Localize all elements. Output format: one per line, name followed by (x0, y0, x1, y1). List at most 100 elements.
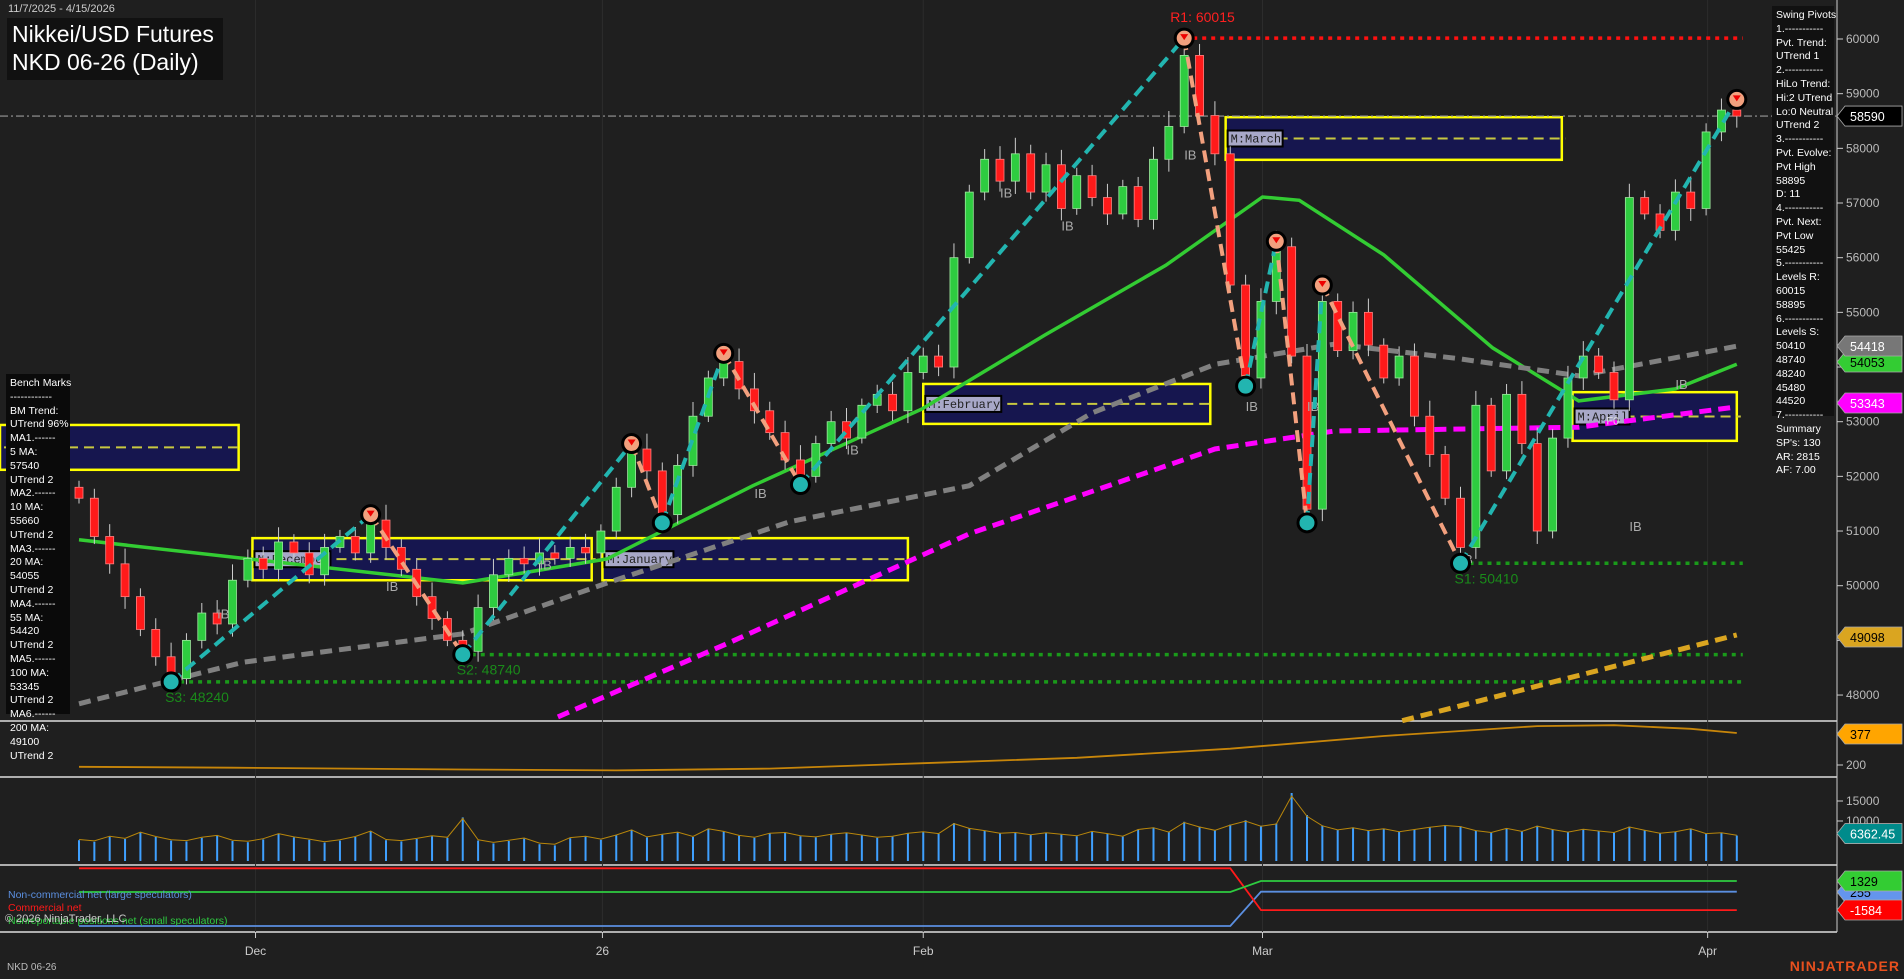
bench-line: MA2.------ (10, 487, 66, 501)
candle-down (290, 542, 298, 553)
candle-down (152, 629, 160, 656)
candle-up (965, 192, 973, 258)
pivot-line: Levels S: (1776, 326, 1830, 340)
candle-down (658, 471, 666, 515)
candle-up (827, 422, 835, 444)
candle-up (1119, 187, 1127, 214)
pivot-line: Pvt. Evolve: (1776, 147, 1830, 161)
candle-down (1380, 345, 1388, 378)
candle-down (1457, 498, 1465, 547)
bench-line: 55 MA: (10, 612, 66, 626)
pivot-line: HiLo Trend: (1776, 78, 1830, 92)
swing-low-marker (791, 476, 809, 494)
candle-up (812, 444, 820, 477)
inside-bar-label: IB (386, 579, 398, 594)
x-tick-label: 26 (596, 944, 610, 958)
candle-up (1150, 159, 1158, 219)
swing-low-marker (454, 646, 472, 664)
inside-bar-label: IB (1000, 186, 1012, 201)
monthly-box-label: M:March (1231, 132, 1281, 146)
candle-up (674, 465, 682, 514)
pivot-line: 45480 (1776, 382, 1830, 396)
bench-line: 54055 (10, 570, 66, 584)
y-tick-label: 52000 (1846, 469, 1880, 483)
candle-down (106, 536, 114, 563)
candle-down (1441, 454, 1449, 498)
swing-low-marker (162, 673, 180, 691)
bench-line: UTrend 2 (10, 750, 66, 764)
candle-down (996, 159, 1004, 181)
candle-up (1625, 198, 1633, 400)
copyright: © 2026 NinjaTrader, LLC (5, 913, 126, 925)
pivot-line: 48740 (1776, 354, 1830, 368)
ninjatrader-logo: NINJATRADER (1790, 958, 1900, 974)
candle-down (1027, 154, 1035, 192)
candle-up (950, 258, 958, 367)
bench-line: UTrend 2 (10, 639, 66, 653)
inside-bar-label: IB (1629, 519, 1641, 534)
candle-down (1303, 356, 1311, 509)
x-tick-label: Apr (1698, 944, 1717, 958)
date-range: 11/7/2025 - 4/15/2026 (8, 3, 115, 15)
candle-down (796, 460, 804, 476)
ma-tag: 49098 (1850, 631, 1885, 645)
candle-up (244, 558, 252, 580)
swing-low-marker (1452, 554, 1470, 572)
candle-up (505, 558, 513, 574)
candle-down (551, 553, 559, 558)
candle-down (1487, 405, 1495, 471)
x-tick-label: Feb (913, 944, 934, 958)
bench-line: 49100 (10, 736, 66, 750)
candle-up (1165, 126, 1173, 159)
swing-low-marker (1298, 514, 1316, 532)
swing-pivots-panel: Swing Pivots1.-----------Pvt. Trend:UTre… (1772, 6, 1834, 416)
candle-down (1518, 394, 1526, 443)
candle-down (136, 597, 144, 630)
candle-up (1073, 176, 1081, 209)
instrument-name: Nikkei/USD Futures (12, 20, 218, 48)
pivot-line: 58895 (1776, 175, 1830, 189)
bench-line: Bench Marks (10, 377, 66, 391)
cot-legend-noncommercial: Non-commercial net (large speculators) (8, 889, 192, 901)
volume-tag: 6362.45 (1850, 828, 1895, 842)
candle-down (889, 394, 897, 410)
pivot-line: Levels R: (1776, 271, 1830, 285)
x-tick-label: Mar (1252, 944, 1273, 958)
pivot-line: Hi:2 UTrend (1776, 92, 1830, 106)
footer-symbol: NKD 06-26 (7, 962, 56, 973)
candle-down (75, 487, 83, 498)
pivot-line: 4.----------- (1776, 202, 1830, 216)
candle-up (1011, 154, 1019, 181)
ma-tag: 53343 (1850, 397, 1885, 411)
candle-down (1196, 55, 1204, 115)
candle-down (1426, 416, 1434, 454)
candle-up (904, 372, 912, 410)
y-tick-label: 58000 (1846, 141, 1880, 155)
pivot-line: 1.----------- (1776, 23, 1830, 37)
pivot-line: 60015 (1776, 285, 1830, 299)
candle-down (935, 356, 943, 367)
pivot-line: UTrend 1 (1776, 50, 1830, 64)
pivot-line: 7.----------- (1776, 409, 1830, 423)
candle-up (1564, 378, 1572, 438)
indicator-tag: 377 (1850, 728, 1871, 742)
candle-down (1733, 110, 1741, 116)
bench-line: 10 MA: (10, 501, 66, 515)
candle-down (90, 498, 98, 536)
pivot-line: 48240 (1776, 368, 1830, 382)
indicator-tick-label: 200 (1846, 758, 1866, 772)
candle-down (643, 449, 651, 471)
pivot-line: UTrend 2 (1776, 119, 1830, 133)
y-tick-label: 59000 (1846, 87, 1880, 101)
candle-down (1610, 372, 1618, 399)
volume-tick-label: 15000 (1846, 794, 1880, 808)
candle-up (1702, 132, 1710, 209)
bench-line: UTrend 2 (10, 529, 66, 543)
inside-bar-label: IB (1675, 377, 1687, 392)
candle-down (1410, 356, 1418, 416)
price-chart[interactable]: Dec26FebMarApr60000590005800057000560005… (0, 0, 1904, 979)
bench-line: MA3.------ (10, 543, 66, 557)
y-tick-label: 48000 (1846, 688, 1880, 702)
pivot-line: Lo:0 Neutral (1776, 106, 1830, 120)
cot-tag: 1329 (1850, 875, 1878, 889)
